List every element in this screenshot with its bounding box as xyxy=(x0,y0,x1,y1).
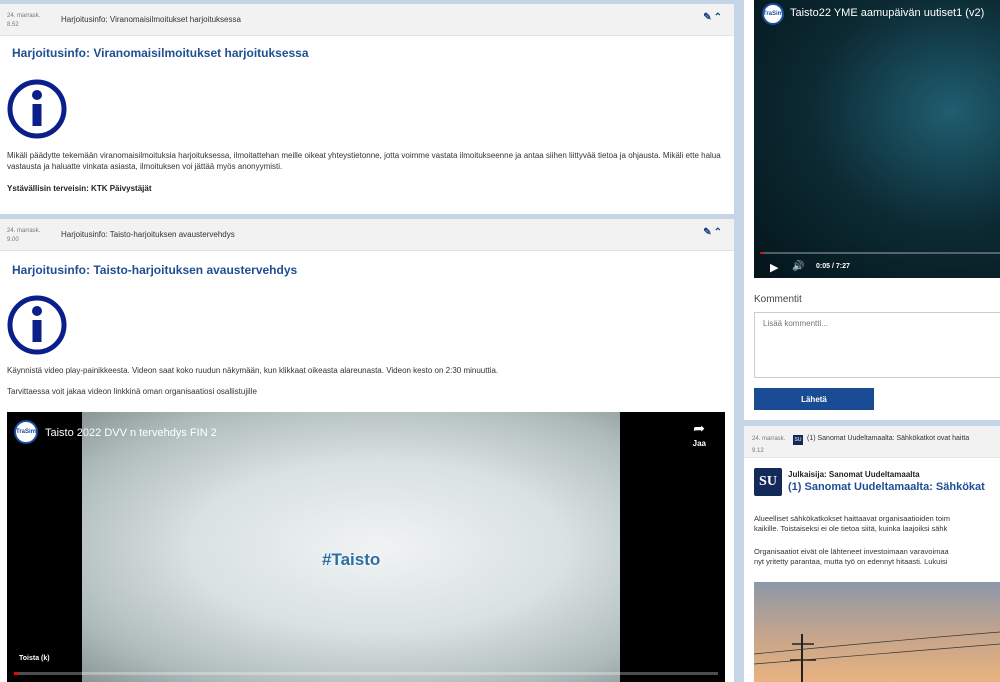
video-time: 0:05 / 7:27 xyxy=(816,263,850,270)
edit-icon[interactable]: ✎ xyxy=(703,12,713,23)
publisher-mini-logo: SU xyxy=(793,435,803,445)
news-text: Organisaatiot eivät ole lähteneet invest… xyxy=(754,547,949,556)
video-progress-fill xyxy=(760,252,763,254)
video-frame[interactable] xyxy=(82,412,620,682)
video-player[interactable]: TraSim Taisto 2022 DVV n tervehdys FIN 2… xyxy=(7,412,725,682)
time-text: 8.52 xyxy=(7,22,19,28)
channel-logo[interactable]: TraSim xyxy=(14,420,38,444)
post-header: 24. marrask. 8.52 Harjoitusinfo: Viranom… xyxy=(0,4,734,36)
video-progress-bar[interactable] xyxy=(14,672,718,675)
share-label[interactable]: Jaa xyxy=(693,439,706,448)
video-overlay-text: #Taisto xyxy=(322,550,381,569)
edit-icon[interactable]: ✎ xyxy=(703,227,713,238)
news-text: nyt yritetty parantaa, mutta työ on eden… xyxy=(754,557,948,566)
post-title: Harjoitusinfo: Viranomaisilmoitukset har… xyxy=(12,46,309,60)
post-body: Tarvittaessa voit jakaa videon linkkinä … xyxy=(7,387,257,396)
info-icon xyxy=(7,295,67,355)
date-text: 24. marrask. xyxy=(7,13,41,19)
right-column: TraSim Taisto22 YME aamupäivän uutiset1 … xyxy=(744,0,1000,682)
publisher-name: Julkaisija: Sanomat Uudeltamaalta xyxy=(788,470,920,479)
post-signature: Ystävällisin terveisin: KTK Päivystäjät xyxy=(7,184,152,193)
post-date: 24. marrask. 8.52 xyxy=(7,12,40,30)
comment-input[interactable] xyxy=(754,312,1000,378)
post-body: Käynnistä video play-painikkeesta. Video… xyxy=(7,366,499,375)
post-header-actions: ✎⌃ xyxy=(703,12,724,23)
post-title: Harjoitusinfo: Taisto-harjoituksen avaus… xyxy=(12,263,298,277)
post-card: 24. marrask. 9.00 Harjoitusinfo: Taisto-… xyxy=(0,219,734,682)
post-header: 24. marrask. 9.00 Harjoitusinfo: Taisto-… xyxy=(0,219,734,251)
replay-button[interactable]: Toista (k) xyxy=(14,652,55,665)
video-comment-card: TraSim Taisto22 YME aamupäivän uutiset1 … xyxy=(744,0,1000,420)
post-header: 24. marrask. 9.12 SU (1) Sanomat Uudelta… xyxy=(744,426,1000,458)
news-text: Alueelliset sähkökatkokset haittaavat or… xyxy=(754,514,950,523)
video-player[interactable]: TraSim Taisto22 YME aamupäivän uutiset1 … xyxy=(754,0,1000,278)
post-date: 24. marrask. 9.00 xyxy=(7,227,40,245)
post-header-title: Harjoitusinfo: Taisto-harjoituksen avaus… xyxy=(61,230,235,239)
post-body: Mikäli päädytte tekemään viranomaisilmoi… xyxy=(7,151,721,171)
collapse-icon[interactable]: ⌃ xyxy=(714,12,724,23)
feed-column: 24. marrask. 8.52 Harjoitusinfo: Viranom… xyxy=(0,0,736,682)
video-progress-fill xyxy=(14,672,18,675)
video-progress-bar[interactable] xyxy=(760,252,1000,254)
video-title[interactable]: Taisto22 YME aamupäivän uutiset1 (v2) xyxy=(790,7,984,19)
post-header-title: Harjoitusinfo: Viranomaisilmoitukset har… xyxy=(61,15,241,24)
news-image xyxy=(754,582,1000,682)
power-line-graphic xyxy=(754,631,1000,682)
submit-comment-button[interactable]: Lähetä xyxy=(754,388,874,410)
video-title[interactable]: Taisto 2022 DVV n tervehdys FIN 2 xyxy=(45,427,217,439)
post-header-actions: ✎⌃ xyxy=(703,227,724,238)
channel-logo[interactable]: TraSim xyxy=(762,3,784,25)
date-text: 24. marrask. xyxy=(7,228,41,234)
news-text: kaikille. Toistaiseksi ei ole tietoa sii… xyxy=(754,524,948,533)
play-icon[interactable]: ▶ xyxy=(770,261,778,274)
volume-icon[interactable]: 🔊 xyxy=(792,261,804,272)
news-title[interactable]: (1) Sanomat Uudeltamaalta: Sähkökat xyxy=(788,481,985,493)
comments-label: Kommentit xyxy=(754,294,802,305)
publisher-logo: SU xyxy=(754,468,782,496)
date-text: 24. marrask. xyxy=(752,436,786,442)
post-header-title: (1) Sanomat Uudeltamaalta: Sähkökatkot o… xyxy=(807,435,970,442)
post-card: 24. marrask. 8.52 Harjoitusinfo: Viranom… xyxy=(0,4,734,214)
collapse-icon[interactable]: ⌃ xyxy=(714,227,724,238)
time-text: 9.12 xyxy=(752,448,764,454)
info-icon xyxy=(7,79,67,139)
time-text: 9.00 xyxy=(7,237,19,243)
share-icon[interactable]: ➦ xyxy=(693,420,705,437)
post-date: 24. marrask. 9.12 xyxy=(752,433,785,457)
news-card: 24. marrask. 9.12 SU (1) Sanomat Uudelta… xyxy=(744,426,1000,682)
